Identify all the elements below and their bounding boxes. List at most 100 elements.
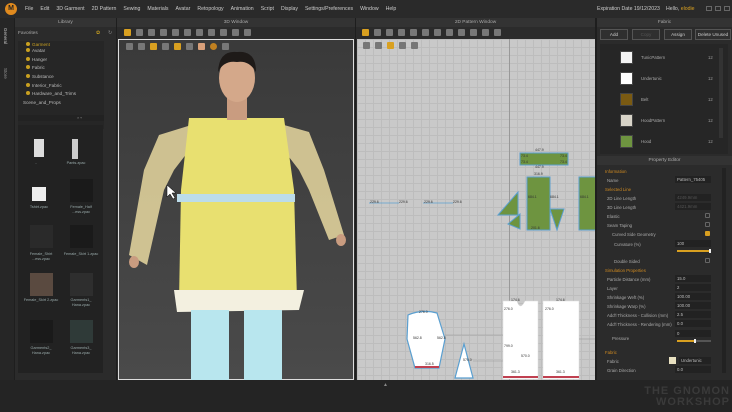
select-tool-icon[interactable]	[123, 29, 131, 36]
menu-3d-garment[interactable]: 3D Garment	[56, 6, 84, 12]
maximize-button[interactable]	[715, 6, 721, 11]
curvature-field[interactable]: 100	[675, 240, 711, 247]
pleat-icon[interactable]	[457, 29, 465, 36]
tape-icon[interactable]	[231, 29, 239, 36]
fabric-item[interactable]: Undertunic 12	[617, 70, 717, 90]
warp-field[interactable]: 100.00	[675, 302, 711, 309]
file-female-half[interactable]	[70, 179, 93, 202]
layer-field[interactable]: 2	[675, 284, 711, 291]
edit-point-icon[interactable]	[373, 29, 381, 36]
menu-edit[interactable]: Edit	[40, 6, 49, 12]
search-icon[interactable]: ⌕ ▾	[18, 115, 104, 121]
menu-retopology[interactable]: Retopology	[197, 6, 223, 12]
menu-help[interactable]: Help	[386, 6, 397, 12]
file-tshirt[interactable]	[32, 187, 46, 201]
section-simulation[interactable]: Simulation Properties	[597, 266, 722, 275]
fabric-scrollbar[interactable]	[719, 48, 723, 138]
fabric-select[interactable]: Undertunic	[679, 357, 711, 364]
library-item-avatar[interactable]: Avatar	[18, 47, 104, 56]
2d-viewport[interactable]: 447.9 73.4 73.4 73.4 73.4 447.9 316.9 68…	[357, 39, 595, 380]
slider-handle[interactable]	[709, 248, 711, 253]
double-sided-checkbox[interactable]	[705, 258, 710, 263]
menu-display[interactable]: Display	[281, 6, 298, 12]
section-fabric[interactable]: Fabric	[597, 348, 722, 357]
elastic-checkbox[interactable]	[705, 213, 710, 218]
polygon-icon[interactable]	[385, 29, 393, 36]
fabric-item[interactable]: HoodPattern 12	[617, 112, 717, 132]
tab-general[interactable]: General	[3, 28, 8, 44]
menu-2d-pattern[interactable]: 2D Pattern	[92, 6, 117, 12]
collision-field[interactable]: 2.5	[675, 311, 711, 318]
add-fabric-button[interactable]: Add	[600, 29, 628, 40]
library-item-hanger[interactable]: Hanger	[18, 56, 104, 65]
add-favorite-icon[interactable]: ✿	[96, 31, 100, 36]
menu-settings[interactable]: Settings/Preferences	[305, 6, 353, 12]
file-garments2[interactable]	[30, 320, 53, 343]
folder-up-icon[interactable]	[34, 139, 44, 157]
user-name[interactable]: elodie	[681, 6, 695, 12]
name-field[interactable]: Pattern_75405	[675, 176, 711, 183]
file-pants[interactable]	[72, 139, 78, 159]
fold-icon[interactable]	[195, 29, 203, 36]
fabric-item[interactable]: Hood 12	[617, 133, 717, 153]
transform-icon[interactable]	[361, 29, 369, 36]
move-tool-icon[interactable]	[135, 29, 143, 36]
rectangle-icon[interactable]	[397, 29, 405, 36]
menu-file[interactable]: File	[25, 6, 33, 12]
zipper-icon[interactable]	[481, 29, 489, 36]
line-tool-icon[interactable]	[171, 29, 179, 36]
delete-unused-button[interactable]: Delete Unused	[695, 29, 731, 40]
library-item-scene[interactable]: Scene_and_Props	[18, 99, 104, 108]
tshirt-icon[interactable]	[493, 29, 501, 36]
library-item-substance[interactable]: Substance	[18, 73, 104, 82]
dart-icon[interactable]	[421, 29, 429, 36]
property-scrollbar[interactable]	[722, 168, 726, 373]
avatar-measure-icon[interactable]	[243, 29, 251, 36]
trace-icon[interactable]	[469, 29, 477, 36]
measure-icon[interactable]	[219, 29, 227, 36]
curved-checkbox[interactable]	[705, 231, 710, 236]
minimize-button[interactable]	[706, 6, 712, 11]
file-female-skirt-2[interactable]	[30, 273, 53, 296]
expand-arrow-icon[interactable]: ▲	[383, 382, 388, 388]
free-sew-icon[interactable]	[445, 29, 453, 36]
file-female-skirt-1[interactable]	[70, 225, 93, 248]
fabric-item[interactable]: TunicPattern 12	[617, 49, 717, 69]
menu-window[interactable]: Window	[360, 6, 378, 12]
menu-script[interactable]: Script	[261, 6, 274, 12]
menu-animation[interactable]: Animation	[231, 6, 254, 12]
section-information[interactable]: Information	[597, 167, 722, 176]
file-female-shirt[interactable]	[30, 225, 53, 248]
file-garments1[interactable]	[70, 273, 93, 296]
arrangement-icon[interactable]	[207, 29, 215, 36]
menu-sewing[interactable]: Sewing	[123, 6, 140, 12]
pressure-slider[interactable]	[677, 338, 711, 343]
pressure-field[interactable]: 0	[675, 330, 711, 337]
file-garments3[interactable]	[70, 320, 93, 343]
grain-field[interactable]: 0.0	[675, 366, 711, 373]
weft-field[interactable]: 100.00	[675, 293, 711, 300]
close-button[interactable]	[724, 6, 730, 11]
pin-icon[interactable]	[159, 29, 167, 36]
internal-line-icon[interactable]	[409, 29, 417, 36]
fabric-item[interactable]: Belt 12	[617, 91, 717, 111]
rendering-field[interactable]: 0.0	[675, 320, 711, 327]
curvature-slider[interactable]	[677, 248, 711, 253]
section-selected-line[interactable]: Selected Line	[597, 185, 722, 194]
segment-sew-icon[interactable]	[433, 29, 441, 36]
menu-materials[interactable]: Materials	[147, 6, 168, 12]
seam-taping-checkbox[interactable]	[705, 222, 710, 227]
library-item-interior-fabric[interactable]: Interior_Fabric	[18, 82, 104, 91]
slider-handle[interactable]	[694, 338, 696, 343]
refresh-icon[interactable]: ↻	[108, 31, 112, 36]
assign-fabric-button[interactable]: Assign	[664, 29, 692, 40]
sewing-icon[interactable]	[183, 29, 191, 36]
particle-field[interactable]: 15.0	[675, 275, 711, 282]
menu-avatar[interactable]: Avatar	[175, 6, 190, 12]
library-item-fabric[interactable]: Fabric	[18, 64, 104, 73]
library-item-hardware[interactable]: Hardware_and_Trims	[18, 90, 104, 99]
tab-store[interactable]: Store	[3, 68, 8, 79]
3d-viewport[interactable]	[118, 39, 354, 381]
box-select-icon[interactable]	[147, 29, 155, 36]
copy-fabric-button[interactable]: Copy	[632, 29, 660, 40]
